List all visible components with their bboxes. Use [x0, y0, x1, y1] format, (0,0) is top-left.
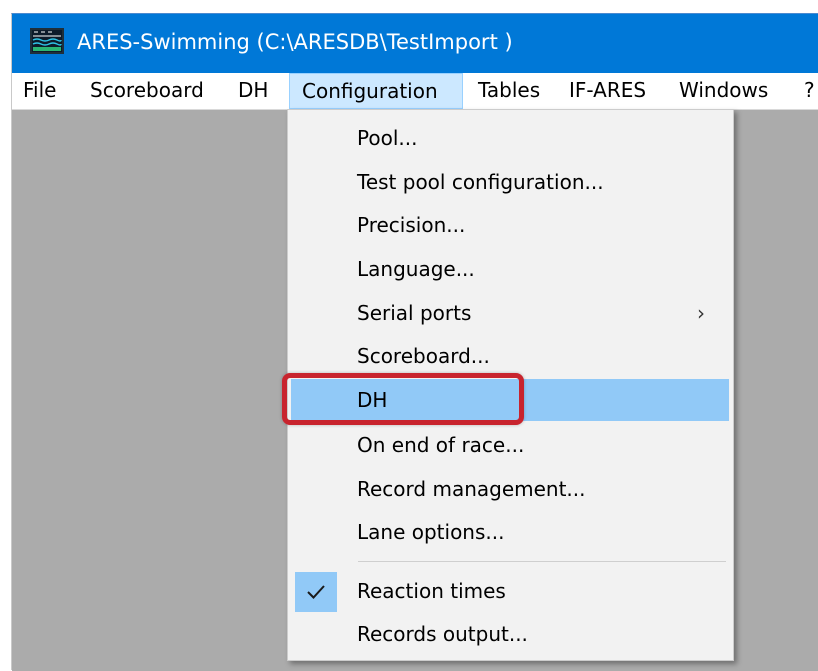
menu-item-pool[interactable]: Pool...	[291, 117, 729, 159]
menu-dh[interactable]: DH	[238, 73, 268, 109]
window-title: ARES-Swimming (C:\ARESDB\TestImport )	[77, 30, 513, 54]
menu-item-precision[interactable]: Precision...	[291, 204, 729, 246]
menu-windows[interactable]: Windows	[679, 73, 768, 109]
annotation-highlight-box	[282, 373, 524, 425]
menu-tables[interactable]: Tables	[478, 73, 540, 109]
menu-item-record-management[interactable]: Record management...	[291, 468, 729, 510]
chevron-right-icon: ›	[697, 301, 705, 325]
title-bar[interactable]: ARES-Swimming (C:\ARESDB\TestImport )	[12, 14, 818, 73]
menu-item-scoreboard[interactable]: Scoreboard...	[291, 335, 729, 377]
checkmark-icon	[295, 572, 337, 612]
menu-item-label: Test pool configuration...	[357, 170, 604, 194]
menu-item-lane-options[interactable]: Lane options...	[291, 511, 729, 553]
menu-item-label: Reaction times	[357, 579, 506, 603]
menu-item-label: Pool...	[357, 126, 418, 150]
menu-item-label: Language...	[357, 257, 475, 281]
menu-item-reaction-times[interactable]: Reaction times	[291, 570, 729, 612]
menu-item-label: Records output...	[357, 622, 528, 646]
menu-item-label: On end of race...	[357, 433, 525, 457]
menu-item-label: Record management...	[357, 477, 586, 501]
menu-item-label: Precision...	[357, 213, 466, 237]
menu-file[interactable]: File	[23, 73, 56, 109]
menu-help[interactable]: ?	[804, 73, 815, 109]
menu-item-test-pool-configuration[interactable]: Test pool configuration...	[291, 161, 729, 203]
menu-item-label: Lane options...	[357, 520, 505, 544]
menu-separator	[358, 561, 726, 562]
menu-item-language[interactable]: Language...	[291, 248, 729, 290]
menu-item-records-output[interactable]: Records output...	[291, 613, 729, 655]
menu-bar: File Scoreboard DH Configuration Tables …	[12, 73, 818, 110]
menu-item-label: Serial ports	[357, 301, 472, 325]
menu-if-ares[interactable]: IF-ARES	[569, 73, 646, 109]
menu-scoreboard[interactable]: Scoreboard	[90, 73, 204, 109]
menu-item-on-end-of-race[interactable]: On end of race...	[291, 424, 729, 466]
menu-item-label: Scoreboard...	[357, 344, 490, 368]
menu-item-serial-ports[interactable]: Serial ports ›	[291, 292, 729, 334]
app-pool-icon	[30, 28, 64, 54]
menu-configuration[interactable]: Configuration	[289, 73, 463, 109]
